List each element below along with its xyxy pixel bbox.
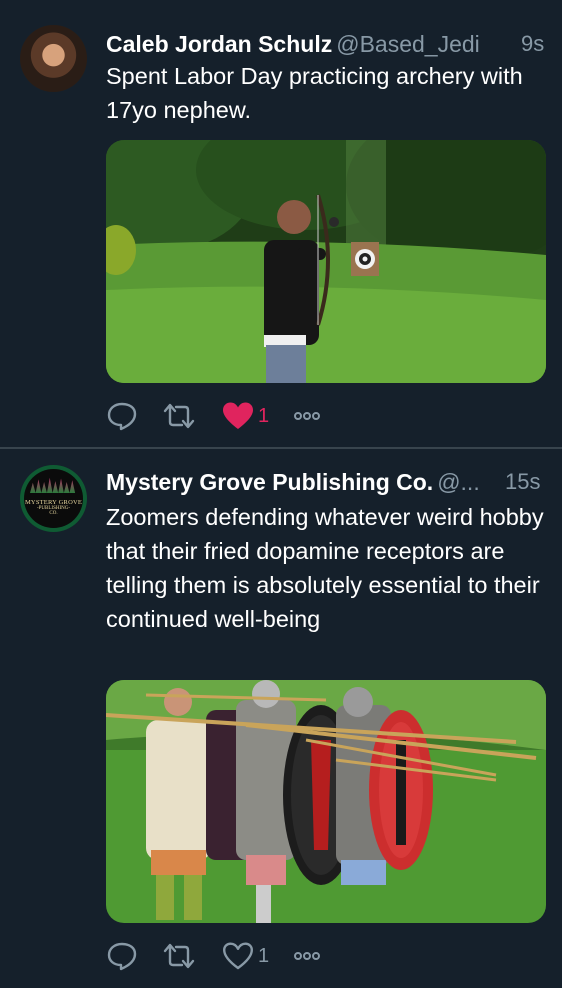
like-count: 1 (258, 404, 270, 427)
avatar[interactable]: MYSTERY GROVE -PUBLISHING- CO. (20, 465, 87, 532)
retweet-button[interactable] (162, 941, 196, 971)
tweet-text: Spent Labor Day practicing archery with … (106, 63, 523, 123)
more-icon (294, 412, 320, 420)
display-name[interactable]: Caleb Jordan Schulz (106, 31, 332, 57)
user-handle[interactable]: @Based_Jedi (336, 31, 480, 57)
tweet-header: Caleb Jordan Schulz @Based_Jedi (106, 30, 480, 58)
tweet-image[interactable] (106, 140, 546, 383)
reply-icon (107, 942, 137, 971)
retweet-icon (163, 943, 195, 969)
more-button[interactable] (292, 401, 322, 431)
like-count: 1 (258, 944, 270, 967)
like-icon (223, 942, 253, 970)
publisher-logo: MYSTERY GROVE -PUBLISHING- CO. (24, 469, 83, 528)
timestamp[interactable]: 15s (505, 468, 540, 496)
reenactors-photo (106, 680, 546, 923)
archery-photo (106, 140, 546, 383)
more-icon (294, 952, 320, 960)
user-handle[interactable]: @... (437, 469, 480, 495)
display-name[interactable]: Mystery Grove Publishing Co. (106, 469, 433, 495)
retweet-icon (163, 403, 195, 429)
reply-icon (107, 402, 137, 431)
tweet-image[interactable] (106, 680, 546, 923)
tweet-text: Zoomers defending whatever weird hobby t… (106, 504, 544, 632)
retweet-button[interactable] (162, 401, 196, 431)
tweet[interactable]: MYSTERY GROVE -PUBLISHING- CO. Mystery G… (0, 449, 562, 988)
avatar[interactable] (20, 25, 87, 92)
like-icon (223, 402, 253, 429)
like-button[interactable]: 1 (222, 941, 269, 971)
reply-button[interactable] (106, 941, 138, 971)
tweet-header: Mystery Grove Publishing Co. @... (106, 468, 480, 496)
reply-button[interactable] (106, 401, 138, 431)
more-button[interactable] (292, 941, 322, 971)
tweet[interactable]: Caleb Jordan Schulz @Based_Jedi 9s Spent … (0, 0, 562, 447)
timestamp[interactable]: 9s (521, 30, 544, 58)
like-button[interactable]: 1 (222, 401, 269, 431)
trees-icon (30, 477, 76, 493)
